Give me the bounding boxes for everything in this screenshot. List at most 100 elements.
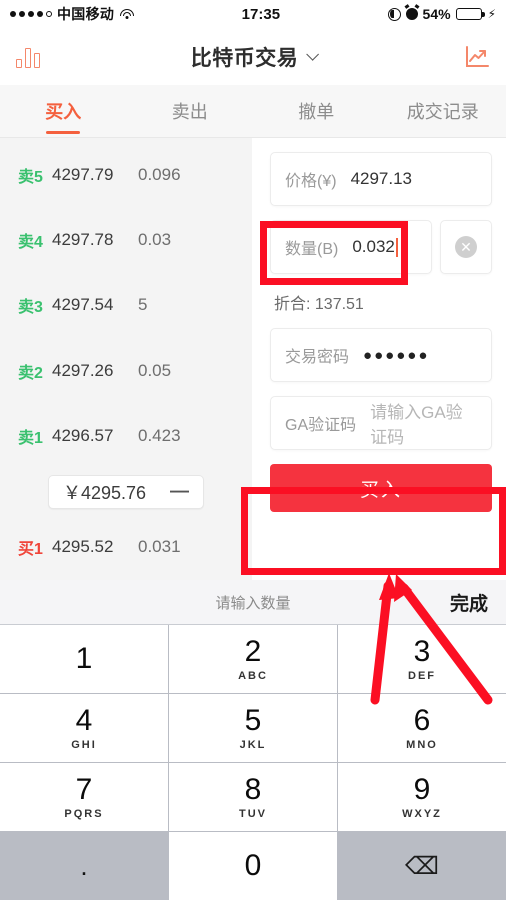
- status-bar-clock: 17:35: [241, 5, 281, 23]
- ask-amount: 0.03: [138, 229, 172, 249]
- ga-code-field[interactable]: GA验证码 请输入GA验证码: [270, 396, 492, 450]
- order-book-ask-row[interactable]: 卖2 4297.26 0.05: [0, 338, 252, 403]
- key-5-letters: JKL: [239, 738, 267, 751]
- key-8-letters: TUV: [239, 807, 267, 820]
- quantity-row: 数量(B) 0.032 ✕: [270, 220, 492, 274]
- battery-icon: [455, 8, 485, 20]
- key-2-letters: ABC: [238, 669, 268, 682]
- price-field[interactable]: 价格(¥) 4297.13: [270, 152, 492, 206]
- ask-tag: 卖2: [18, 364, 43, 382]
- key-4-letters: GHI: [71, 738, 97, 751]
- ask-amount: 0.05: [138, 360, 172, 380]
- key-5-digit: 5: [244, 703, 262, 737]
- quantity-field-label: 数量(B): [285, 241, 339, 258]
- current-price-change: —: [170, 480, 189, 502]
- ga-code-label: GA验证码: [285, 417, 357, 434]
- wifi-icon: [119, 8, 134, 20]
- current-price-row: ￥4295.76 —: [0, 469, 252, 515]
- order-book-ask-row[interactable]: 卖3 4297.54 5: [0, 273, 252, 338]
- main-content: 卖5 4297.79 0.096 卖4 4297.78 0.03 卖3 4297…: [0, 138, 506, 580]
- key-6[interactable]: 6 MNO: [338, 694, 506, 762]
- ga-code-placeholder: 请输入GA验证码: [370, 403, 463, 447]
- quantity-field-value: 0.032: [352, 237, 395, 256]
- ask-price: 4297.26: [52, 360, 114, 380]
- key-3-letters: DEF: [408, 669, 436, 682]
- market-selector[interactable]: 比特币交易: [56, 42, 450, 72]
- converted-amount-label: 折合: 137.51: [274, 296, 364, 313]
- order-book-ask-row[interactable]: 卖4 4297.78 0.03: [0, 207, 252, 272]
- quantity-field[interactable]: 数量(B) 0.032: [270, 220, 432, 274]
- backspace-icon: ⌫: [405, 852, 439, 880]
- trade-password-label: 交易密码: [285, 349, 350, 366]
- navigation-bar: 比特币交易: [0, 28, 506, 85]
- ask-amount: 5: [138, 295, 148, 315]
- key-6-digit: 6: [413, 703, 431, 737]
- key-7-digit: 7: [75, 772, 93, 806]
- tab-buy-label: 买入: [45, 102, 82, 122]
- carrier-label: 中国移动: [57, 6, 115, 22]
- key-3-digit: 3: [413, 634, 431, 668]
- key-9[interactable]: 9 WXYZ: [338, 763, 506, 831]
- ask-price: 4297.79: [52, 164, 114, 184]
- tab-sell[interactable]: 卖出: [127, 85, 254, 137]
- bar-chart-icon: [16, 46, 40, 68]
- trend-chart-button[interactable]: [450, 45, 490, 69]
- bid-price: 4295.52: [52, 537, 114, 557]
- key-decimal-point-glyph: .: [80, 851, 88, 881]
- order-book-ask-row[interactable]: 卖1 4296.57 0.423: [0, 403, 252, 468]
- bid-tag: 买1: [18, 541, 43, 559]
- key-2[interactable]: 2 ABC: [169, 625, 337, 693]
- ask-amount: 0.096: [138, 164, 181, 184]
- ask-tag: 卖5: [18, 168, 43, 186]
- key-4-digit: 4: [75, 703, 93, 737]
- trend-chart-icon: [466, 45, 489, 67]
- key-0[interactable]: 0: [169, 832, 337, 900]
- tab-trade-history-label: 成交记录: [406, 102, 479, 122]
- tab-trade-history[interactable]: 成交记录: [380, 85, 506, 137]
- trade-password-value: ●●●●●●: [363, 346, 430, 364]
- order-book: 卖5 4297.79 0.096 卖4 4297.78 0.03 卖3 4297…: [0, 138, 252, 580]
- order-book-bid-row[interactable]: 买1 4295.52 0.031: [0, 515, 252, 580]
- submit-buy-button[interactable]: 买入: [270, 464, 492, 512]
- status-bar-left: 中国移动: [10, 4, 134, 24]
- clear-quantity-button[interactable]: ✕: [440, 220, 492, 274]
- ask-tag: 卖3: [18, 299, 43, 317]
- key-7-letters: PQRS: [64, 807, 104, 820]
- chevron-down-icon: [306, 48, 320, 61]
- text-cursor: [395, 237, 398, 257]
- trade-password-field[interactable]: 交易密码 ●●●●●●: [270, 328, 492, 382]
- key-1[interactable]: 1: [0, 625, 168, 693]
- tab-active-indicator: [46, 131, 81, 134]
- price-field-label: 价格(¥): [285, 173, 337, 190]
- keyboard-hint-label: 请输入数量: [215, 594, 291, 612]
- key-backspace[interactable]: ⌫: [338, 832, 506, 900]
- keyboard-done-button[interactable]: 完成: [450, 589, 488, 616]
- status-bar: 中国移动 17:35 54% ⚡: [0, 0, 506, 28]
- key-8[interactable]: 8 TUV: [169, 763, 337, 831]
- alarm-icon: [405, 8, 418, 20]
- key-3[interactable]: 3 DEF: [338, 625, 506, 693]
- trade-tabs: 买入 卖出 撤单 成交记录: [0, 85, 506, 138]
- tab-cancel-order-label: 撤单: [298, 102, 335, 122]
- charging-icon: ⚡: [487, 7, 496, 21]
- keyboard-grid: 1 2 ABC 3 DEF 4 GHI 5 JKL 6 MNO 7 PQRS 8…: [0, 625, 506, 900]
- current-price-box[interactable]: ￥4295.76 —: [48, 474, 204, 509]
- key-decimal-point[interactable]: .: [0, 832, 168, 900]
- battery-percent-label: 54%: [422, 6, 451, 22]
- status-bar-right: 54% ⚡: [387, 6, 496, 22]
- key-7[interactable]: 7 PQRS: [0, 763, 168, 831]
- key-1-digit: 1: [75, 642, 93, 675]
- clear-circle-icon: ✕: [455, 236, 477, 258]
- key-8-digit: 8: [244, 772, 262, 806]
- key-4[interactable]: 4 GHI: [0, 694, 168, 762]
- tab-cancel-order[interactable]: 撤单: [253, 85, 380, 137]
- ask-price: 4297.54: [52, 295, 114, 315]
- ask-tag: 卖1: [18, 429, 43, 447]
- tab-buy[interactable]: 买入: [0, 85, 127, 137]
- bar-chart-button[interactable]: [16, 46, 56, 68]
- order-book-ask-row[interactable]: 卖5 4297.79 0.096: [0, 142, 252, 207]
- key-5[interactable]: 5 JKL: [169, 694, 337, 762]
- page-title: 比特币交易: [190, 46, 299, 70]
- location-icon: [387, 7, 401, 21]
- key-0-digit: 0: [244, 849, 262, 882]
